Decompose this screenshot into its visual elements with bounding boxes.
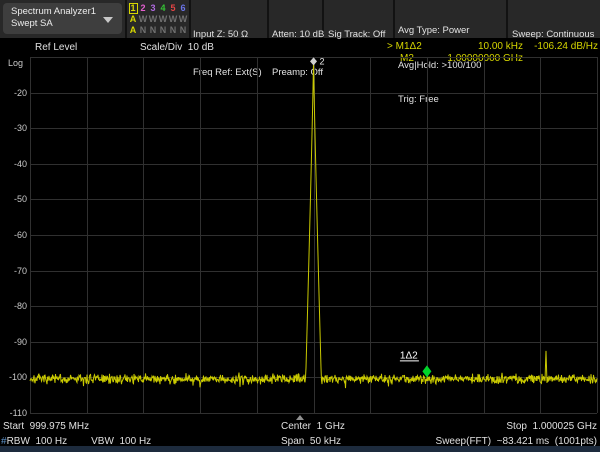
y-axis-label: -90 <box>2 337 27 347</box>
trace-3-indicator[interactable]: 3WN <box>148 3 158 36</box>
trace-5-indicator[interactable]: 5WN <box>168 3 178 36</box>
marker-2-label: 2 <box>320 56 325 66</box>
scale-div-label[interactable]: Scale/Div 10 dB <box>140 42 214 53</box>
avg-type-readout: Avg Type: Power <box>398 25 481 37</box>
marker-delta-freq: 10.00 kHz <box>478 41 523 52</box>
atten-readout: Atten: 10 dB <box>272 29 324 42</box>
toolbar-divider <box>189 0 191 38</box>
marker-delta-amp: -106.24 dB/Hz <box>534 41 598 52</box>
trace-4-indicator[interactable]: 4WN <box>158 3 168 36</box>
ref-level-label[interactable]: Ref Level <box>35 42 77 53</box>
y-axis-label: -100 <box>2 372 27 382</box>
y-axis-label: -50 <box>2 194 27 204</box>
trace-6-indicator[interactable]: 6WN <box>178 3 188 36</box>
log-scale-label: Log <box>8 58 23 68</box>
center-freq-label[interactable]: Center 1 GHz <box>281 421 345 432</box>
mode-selector[interactable]: Spectrum Analyzer1 Swept SA <box>3 3 122 34</box>
marker-delta-name[interactable]: > M1Δ2 <box>387 41 422 52</box>
y-axis-label: -110 <box>2 408 27 418</box>
toolbar-divider <box>267 0 269 38</box>
y-axis-label: -60 <box>2 230 27 240</box>
input-z-readout: Input Z: 50 Ω <box>193 29 262 42</box>
stop-freq-label[interactable]: Stop 1.000025 GHz <box>506 421 597 432</box>
toolbar-divider <box>506 0 508 38</box>
marker-1delta2-label: 1Δ2 <box>400 350 418 361</box>
y-axis-label: -40 <box>2 159 27 169</box>
y-axis-label: -70 <box>2 266 27 276</box>
toolbar-divider <box>125 0 127 38</box>
y-axis-label: -80 <box>2 301 27 311</box>
top-toolbar: Spectrum Analyzer1 Swept SA 1AA2WN3WN4WN… <box>0 0 600 38</box>
mode-subtitle: Swept SA <box>11 18 114 30</box>
mode-title: Spectrum Analyzer1 <box>11 6 114 18</box>
trace-2-indicator[interactable]: 2WN <box>138 3 148 36</box>
sweep-mode-readout: Sweep: Continuous <box>512 29 594 42</box>
trace-1-indicator[interactable]: 1AA <box>128 3 138 36</box>
spectrum-analyzer-screen: Spectrum Analyzer1 Swept SA 1AA2WN3WN4WN… <box>0 0 600 452</box>
y-axis-label: -20 <box>2 88 27 98</box>
marker-2-diamond[interactable] <box>310 57 317 65</box>
bottom-status-strip <box>0 446 600 452</box>
chevron-down-icon <box>103 17 113 23</box>
y-axis-label: -30 <box>2 123 27 133</box>
sig-track-readout: Sig Track: Off <box>328 29 385 42</box>
trace-1 <box>30 62 597 388</box>
start-freq-label[interactable]: Start 999.975 MHz <box>3 421 89 432</box>
trace-status-panel[interactable]: 1AA2WN3WN4WN5WN6WN <box>128 3 188 36</box>
center-freq-tick-icon <box>296 415 304 420</box>
graticule: 2 1Δ2 <box>30 57 597 413</box>
toolbar-divider <box>393 0 395 38</box>
